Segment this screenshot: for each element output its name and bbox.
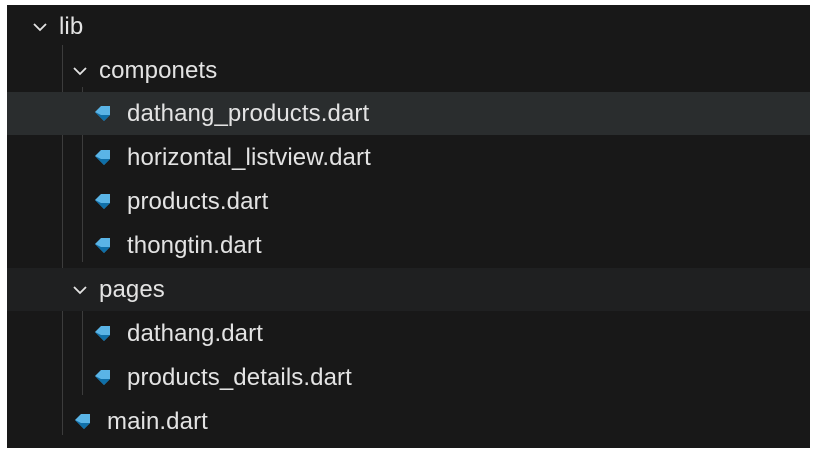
file-row-main[interactable]: main.dart [7,400,810,443]
file-row-products[interactable]: products.dart [7,180,810,223]
file-label: products.dart [127,187,269,215]
file-row-horizontal-listview[interactable]: horizontal_listview.dart [7,136,810,179]
file-row-dathang[interactable]: dathang.dart [7,312,810,355]
dart-icon [95,193,110,209]
file-label: products_details.dart [127,363,352,391]
file-row-dathang-products[interactable]: dathang_products.dart [7,92,810,135]
file-explorer-tree: lib componets dathang_products.dart hori… [7,5,810,448]
file-row-products-details[interactable]: products_details.dart [7,356,810,399]
folder-label: pages [99,275,165,303]
dart-icon [95,369,110,385]
folder-label: componets [99,56,218,84]
chevron-down-icon [73,285,87,294]
chevron-down-icon [33,22,47,31]
dart-icon [95,105,110,121]
dart-icon [95,325,110,341]
folder-row-componets[interactable]: componets [7,49,810,92]
dart-icon [75,413,90,429]
dart-icon [95,149,110,165]
chevron-down-icon [73,66,87,75]
folder-row-pages[interactable]: pages [7,268,810,311]
folder-label: lib [59,12,84,40]
file-label: dathang_products.dart [127,99,370,127]
file-label: horizontal_listview.dart [127,143,371,171]
folder-row-lib[interactable]: lib [7,5,810,48]
file-label: main.dart [107,407,208,435]
file-label: thongtin.dart [127,231,262,259]
dart-icon [95,237,110,253]
file-label: dathang.dart [127,319,263,347]
file-row-thongtin[interactable]: thongtin.dart [7,224,810,267]
